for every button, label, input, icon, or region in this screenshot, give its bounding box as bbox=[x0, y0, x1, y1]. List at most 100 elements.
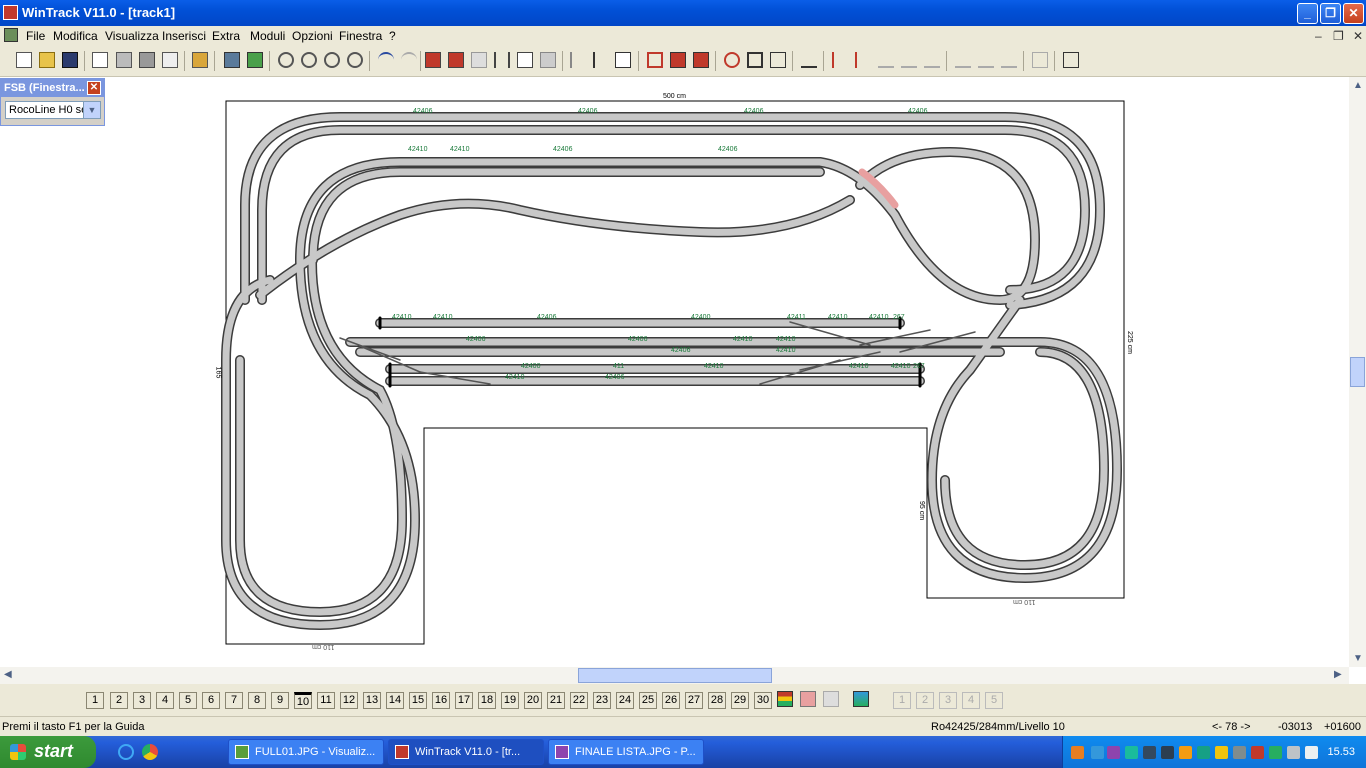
vertical-scroll-thumb[interactable] bbox=[1350, 357, 1365, 387]
shield-icon[interactable] bbox=[1215, 746, 1228, 759]
chrome-icon[interactable] bbox=[142, 744, 158, 760]
zoom-out-icon[interactable] bbox=[278, 52, 294, 68]
level-button-29[interactable]: 29 bbox=[731, 692, 749, 709]
level-button-12[interactable]: 12 bbox=[340, 692, 358, 709]
volume-icon[interactable] bbox=[1305, 746, 1318, 759]
tray-icon[interactable] bbox=[1269, 746, 1282, 759]
network-icon[interactable] bbox=[1287, 746, 1300, 759]
tray-icon[interactable] bbox=[1125, 746, 1138, 759]
mdi-minimize-button[interactable]: – bbox=[1315, 29, 1322, 43]
level-button-3[interactable]: 3 bbox=[133, 692, 151, 709]
switch-icon[interactable] bbox=[570, 52, 586, 68]
align-icon[interactable] bbox=[801, 52, 817, 68]
task-button[interactable]: FULL01.JPG - Visualiz... bbox=[228, 739, 384, 765]
tray-icon[interactable] bbox=[1197, 746, 1210, 759]
list-icon[interactable] bbox=[162, 52, 178, 68]
module-copy-icon[interactable] bbox=[670, 52, 686, 68]
book-edit-icon[interactable] bbox=[448, 52, 464, 68]
tray-icon[interactable] bbox=[1161, 746, 1174, 759]
zoom-all-icon[interactable] bbox=[347, 52, 363, 68]
level-button-19[interactable]: 19 bbox=[501, 692, 519, 709]
level-button-10[interactable]: 10 bbox=[294, 692, 312, 709]
task-button[interactable]: FINALE LISTA.JPG - P... bbox=[548, 739, 704, 765]
menu-help[interactable]: ? bbox=[389, 29, 396, 43]
library-icon[interactable] bbox=[192, 52, 208, 68]
book-icon[interactable] bbox=[425, 52, 441, 68]
tray-icon[interactable] bbox=[1107, 746, 1120, 759]
level-button-11[interactable]: 11 bbox=[317, 692, 335, 709]
level-button-23[interactable]: 23 bbox=[593, 692, 611, 709]
disconnect-icon[interactable] bbox=[855, 52, 871, 68]
cut-icon[interactable] bbox=[494, 52, 510, 68]
level-button-24[interactable]: 24 bbox=[616, 692, 634, 709]
level-button-5[interactable]: 5 bbox=[179, 692, 197, 709]
new-file-icon[interactable] bbox=[16, 52, 32, 68]
start-button[interactable]: start bbox=[0, 736, 96, 768]
context-help-icon[interactable] bbox=[1063, 52, 1079, 68]
level-button-25[interactable]: 25 bbox=[639, 692, 657, 709]
level-button-6[interactable]: 6 bbox=[202, 692, 220, 709]
undo-icon[interactable] bbox=[378, 52, 394, 68]
tray-icon[interactable] bbox=[1233, 746, 1246, 759]
drawing-canvas[interactable]: 500 cm 225 cm 110 cm 110 cm 95 cm 165 42… bbox=[0, 77, 1349, 667]
maximize-button[interactable]: ❐ bbox=[1320, 3, 1341, 24]
module-icon[interactable] bbox=[647, 52, 663, 68]
ie-icon[interactable] bbox=[118, 744, 134, 760]
vertical-scrollbar[interactable]: ▲ ▼ bbox=[1349, 77, 1366, 667]
open-folder-icon[interactable] bbox=[39, 52, 55, 68]
task-button-active[interactable]: WinTrack V11.0 - [tr... bbox=[388, 739, 544, 765]
scroll-down-icon[interactable]: ▼ bbox=[1353, 653, 1363, 664]
connect-icon[interactable] bbox=[832, 52, 848, 68]
level-button-26[interactable]: 26 bbox=[662, 692, 680, 709]
menu-visualizza[interactable]: Visualizza bbox=[105, 29, 159, 43]
close-button[interactable]: ✕ bbox=[1343, 3, 1364, 24]
menu-modifica[interactable]: Modifica bbox=[53, 29, 98, 43]
level-button-14[interactable]: 14 bbox=[386, 692, 404, 709]
parts-icon[interactable] bbox=[224, 52, 240, 68]
level-button-22[interactable]: 22 bbox=[570, 692, 588, 709]
scroll-left-icon[interactable]: ◀ bbox=[4, 669, 12, 680]
level-button-18[interactable]: 18 bbox=[478, 692, 496, 709]
menu-file[interactable]: File bbox=[26, 29, 45, 43]
mdi-close-button[interactable]: ✕ bbox=[1353, 29, 1363, 43]
tray-icon[interactable] bbox=[1071, 746, 1084, 759]
mdi-restore-button[interactable]: ❐ bbox=[1333, 29, 1344, 43]
print-preview-icon[interactable] bbox=[92, 52, 108, 68]
tray-icon[interactable] bbox=[1179, 746, 1192, 759]
track-plan[interactable] bbox=[0, 77, 1349, 667]
zoom-window-icon[interactable] bbox=[324, 52, 340, 68]
level-button-9[interactable]: 9 bbox=[271, 692, 289, 709]
tray-icon[interactable] bbox=[1091, 746, 1104, 759]
app-icon[interactable] bbox=[3, 5, 18, 20]
level-button-1[interactable]: 1 bbox=[86, 692, 104, 709]
level-button-28[interactable]: 28 bbox=[708, 692, 726, 709]
level-button-17[interactable]: 17 bbox=[455, 692, 473, 709]
level-button-30[interactable]: 30 bbox=[754, 692, 772, 709]
level-button-8[interactable]: 8 bbox=[248, 692, 266, 709]
horizontal-scroll-thumb[interactable] bbox=[578, 668, 772, 683]
scroll-up-icon[interactable]: ▲ bbox=[1353, 80, 1363, 91]
level-button-16[interactable]: 16 bbox=[432, 692, 450, 709]
layer-edit-icon[interactable] bbox=[800, 691, 816, 707]
scroll-right-icon[interactable]: ▶ bbox=[1334, 669, 1342, 680]
module-move-icon[interactable] bbox=[693, 52, 709, 68]
tray-icon[interactable] bbox=[1143, 746, 1156, 759]
minimize-button[interactable]: _ bbox=[1297, 3, 1318, 24]
menu-inserisci[interactable]: Inserisci bbox=[162, 29, 206, 43]
fsb-header[interactable]: FSB (Finestra... ✕ bbox=[1, 79, 104, 97]
level-button-2[interactable]: 2 bbox=[110, 692, 128, 709]
rotate-180-icon[interactable] bbox=[770, 52, 786, 68]
layer-stack-icon[interactable] bbox=[853, 691, 869, 707]
menu-finestra[interactable]: Finestra bbox=[339, 29, 382, 43]
menu-extra[interactable]: Extra bbox=[212, 29, 240, 43]
level-button-21[interactable]: 21 bbox=[547, 692, 565, 709]
level-button-7[interactable]: 7 bbox=[225, 692, 243, 709]
level-button-13[interactable]: 13 bbox=[363, 692, 381, 709]
level-button-20[interactable]: 20 bbox=[524, 692, 542, 709]
track-system-select[interactable]: RocoLine H0 se ▼ bbox=[5, 101, 101, 119]
level-button-4[interactable]: 4 bbox=[156, 692, 174, 709]
save-icon[interactable] bbox=[62, 52, 78, 68]
chevron-down-icon[interactable]: ▼ bbox=[83, 102, 100, 118]
tray-icon[interactable] bbox=[1251, 746, 1264, 759]
layers-icon[interactable] bbox=[777, 691, 793, 707]
